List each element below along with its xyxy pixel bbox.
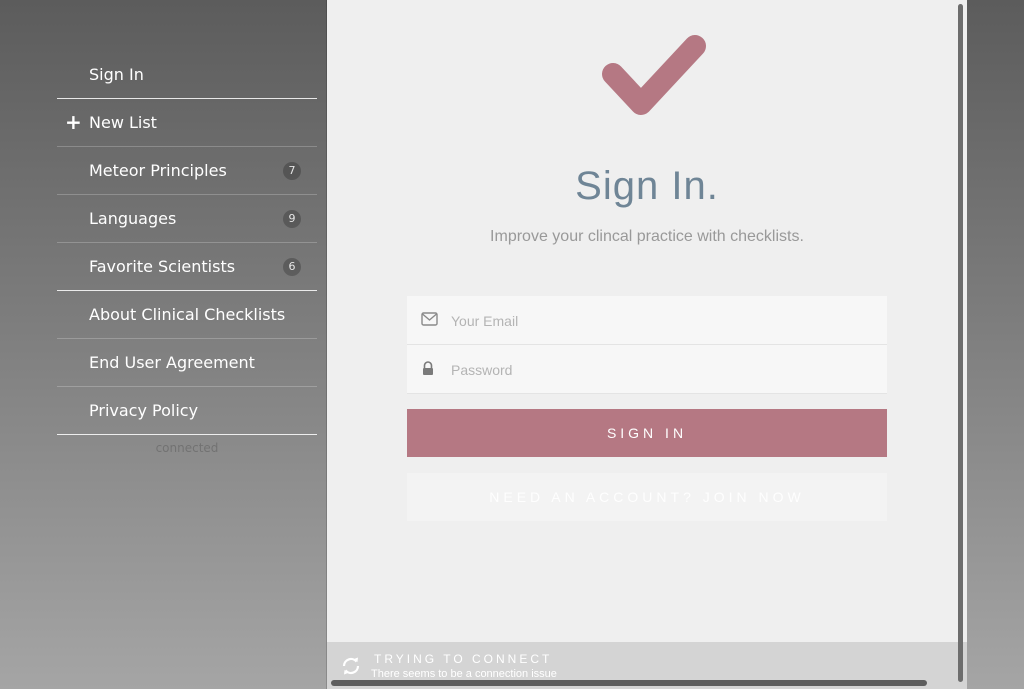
connection-status-title: TRYING TO CONNECT (374, 652, 553, 666)
email-field-row (407, 296, 887, 346)
sidebar-item-end-user-agreement[interactable]: End User Agreement (57, 339, 317, 387)
join-now-button[interactable]: Need an account? Join Now (407, 473, 887, 521)
sidebar-item-about[interactable]: About Clinical Checklists (57, 291, 317, 339)
sync-icon (342, 657, 360, 675)
count-badge: 9 (283, 209, 301, 228)
count-badge: 7 (283, 161, 301, 180)
connection-status-text: connected (155, 441, 219, 455)
sign-in-form: Sign In Need an account? Join Now (407, 296, 887, 521)
sidebar-menu: Sign In + New List Meteor Principles 7 L… (57, 51, 317, 455)
checkmark-icon (602, 35, 706, 115)
password-field-row (407, 345, 887, 395)
sign-in-button[interactable]: Sign In (407, 409, 887, 457)
page-subtitle: Improve your clincal practice with check… (490, 228, 804, 245)
horizontal-scrollbar[interactable] (331, 680, 927, 686)
sidebar-item-meteor-principles[interactable]: Meteor Principles 7 (57, 147, 317, 195)
plus-icon: + (65, 110, 82, 134)
sidebar-item-sign-in[interactable]: Sign In (57, 51, 317, 99)
sidebar-item-label: Meteor Principles (89, 161, 227, 180)
page-title: Sign In. (575, 164, 719, 208)
vertical-scrollbar[interactable] (958, 4, 963, 682)
sidebar-item-new-list[interactable]: + New List (57, 99, 317, 147)
password-input[interactable] (449, 345, 873, 395)
sign-in-panel: Sign In. Improve your clincal practice w… (327, 0, 967, 689)
connection-status-subtitle: There seems to be a connection issue (371, 668, 557, 680)
count-badge: 6 (283, 257, 301, 276)
sidebar-item-label: Privacy Policy (89, 401, 199, 420)
email-input[interactable] (449, 296, 873, 346)
sidebar-item-label: End User Agreement (89, 353, 255, 372)
sidebar-item-languages[interactable]: Languages 9 (57, 195, 317, 243)
sidebar-item-label: Languages (89, 209, 177, 228)
sidebar-item-label: Favorite Scientists (89, 257, 236, 276)
sidebar-item-label: Sign In (89, 65, 144, 84)
sidebar-item-label: About Clinical Checklists (89, 305, 286, 324)
sidebar-item-privacy-policy[interactable]: Privacy Policy (57, 387, 317, 435)
sidebar-item-favorite-scientists[interactable]: Favorite Scientists 6 (57, 243, 317, 291)
sidebar-item-label: New List (89, 113, 157, 132)
envelope-icon (421, 312, 438, 326)
lock-icon (423, 361, 433, 375)
